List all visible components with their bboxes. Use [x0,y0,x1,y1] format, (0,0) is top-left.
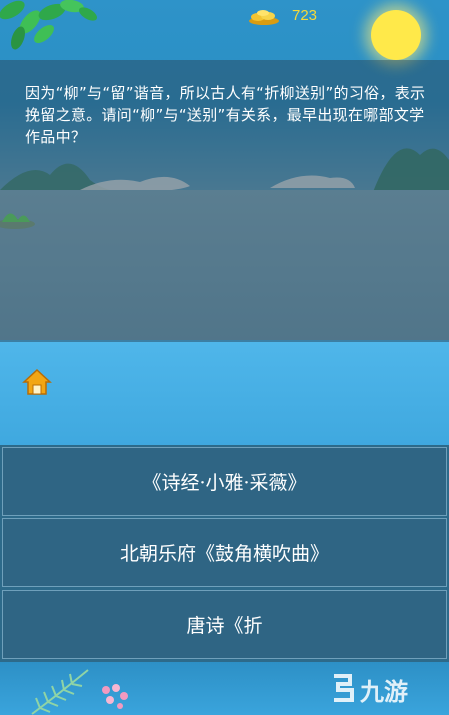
jiuyou-logo-icon [334,674,354,702]
gold-ingot-coins-icon [249,10,279,25]
coin-count: 723 [292,7,318,24]
answer-option-3[interactable]: 唐诗《折 [2,590,447,659]
fern-decoration-icon [31,669,89,715]
answer-option-2[interactable]: 北朝乐府《鼓角横吹曲》 [2,518,447,587]
answer-option-1[interactable]: 《诗经·小雅·采薇》 [2,447,447,516]
watermark-text: 九游 [360,678,408,706]
pink-flowers-icon [102,684,128,709]
lower-sky-background [0,342,449,447]
sun-icon [371,10,421,60]
leaves-decoration-icon [0,0,98,50]
home-icon[interactable] [22,368,52,396]
game-scene: 723 因为“柳”与“留”谐音，所以古人有“折柳送别”的习俗，表示挽留之意。请问… [0,0,449,715]
question-text: 因为“柳”与“留”谐音，所以古人有“折柳送别”的习俗，表示挽留之意。请问“柳”与… [25,84,426,146]
island-decoration [0,213,35,229]
